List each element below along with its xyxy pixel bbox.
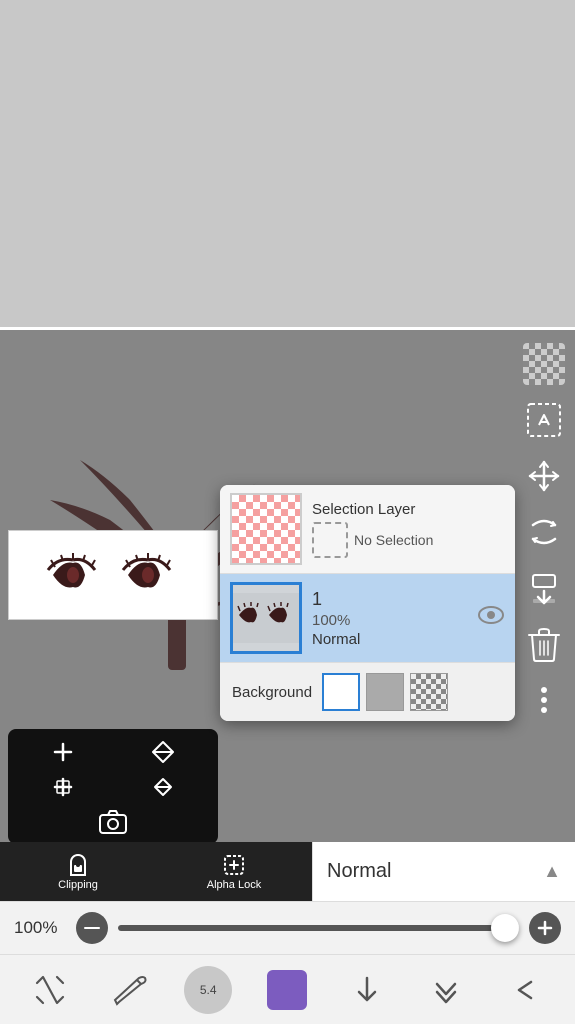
- blend-mode-arrow: ▲: [543, 861, 561, 882]
- no-selection-box: [312, 522, 348, 558]
- opacity-label: 100%: [14, 918, 66, 938]
- flip-layer-button[interactable]: [114, 735, 212, 768]
- background-gray-swatch[interactable]: [366, 673, 404, 711]
- clipping-button[interactable]: Clipping: [0, 842, 156, 901]
- right-sidebar: [513, 330, 575, 810]
- move-button[interactable]: [518, 450, 570, 502]
- more-options-button[interactable]: [518, 674, 570, 726]
- layer-1-thumb-content: [233, 585, 299, 651]
- camera-button[interactable]: [14, 805, 212, 838]
- down-arrow-button[interactable]: [337, 960, 397, 1020]
- clipping-label: Clipping: [58, 879, 98, 891]
- chevron-down-button[interactable]: [416, 960, 476, 1020]
- blend-row: Clipping Alpha Lock Normal ▲: [0, 842, 575, 902]
- layer-1-info: 1 100% Normal: [312, 589, 467, 648]
- color-swatch-button[interactable]: [257, 960, 317, 1020]
- active-color-swatch: [267, 970, 307, 1010]
- canvas-toolbar: [8, 729, 218, 844]
- normal-blend-display[interactable]: Normal ▲: [312, 842, 575, 901]
- selection-layer-thumbnail: [230, 493, 302, 565]
- layer-1-opacity: 100%: [312, 612, 467, 629]
- alpha-lock-button[interactable]: Alpha Lock: [156, 842, 312, 901]
- top-canvas-area: [0, 0, 575, 330]
- layer-1-blend: Normal: [312, 631, 467, 648]
- background-row[interactable]: Background: [220, 663, 515, 721]
- transform-snap-button[interactable]: [20, 960, 80, 1020]
- selection-layer-info: Selection Layer No Selection: [312, 501, 505, 558]
- layers-panel: Selection Layer No Selection: [220, 485, 515, 721]
- selection-thumb-pattern: [232, 495, 300, 563]
- layer-1-row[interactable]: 1 100% Normal: [220, 574, 515, 663]
- opacity-slider[interactable]: [118, 925, 519, 931]
- background-label: Background: [232, 684, 312, 701]
- add-layer-button[interactable]: [14, 735, 112, 768]
- opacity-thumb: [491, 914, 519, 942]
- add-layer-below-button[interactable]: [14, 770, 112, 803]
- opacity-plus-button[interactable]: [529, 912, 561, 944]
- brush-size-indicator: 5.4: [184, 966, 232, 1014]
- alpha-lock-label: Alpha Lock: [207, 879, 261, 891]
- main-drawing-area: Selection Layer No Selection: [0, 330, 575, 1024]
- layer-1-number: 1: [312, 589, 467, 610]
- flip-button[interactable]: [518, 506, 570, 558]
- selection-layer-title: Selection Layer: [312, 501, 505, 518]
- brush-size-value: 5.4: [200, 983, 217, 997]
- no-selection-text: No Selection: [354, 532, 433, 548]
- normal-blend-label: Normal: [327, 860, 391, 883]
- bottom-controls: Clipping Alpha Lock Normal ▲ 100%: [0, 842, 575, 1024]
- layer-1-visibility-icon[interactable]: [477, 605, 505, 631]
- brush-size-button[interactable]: 5.4: [178, 960, 238, 1020]
- back-button[interactable]: [495, 960, 555, 1020]
- background-white-swatch[interactable]: [322, 673, 360, 711]
- opacity-minus-button[interactable]: [76, 912, 108, 944]
- layer-preview-eyes: [9, 531, 217, 619]
- layers-button[interactable]: [518, 338, 570, 390]
- selection-layer-row[interactable]: Selection Layer No Selection: [220, 485, 515, 574]
- bottom-toolbar: 5.4: [0, 954, 575, 1024]
- merge-down-button[interactable]: [518, 562, 570, 614]
- opacity-row: 100%: [0, 902, 575, 954]
- brush-tool-button[interactable]: [99, 960, 159, 1020]
- layer-preview-box: [8, 530, 218, 620]
- background-checker-swatch[interactable]: [410, 673, 448, 711]
- layer-1-thumbnail: [230, 582, 302, 654]
- delete-button[interactable]: [518, 618, 570, 670]
- select-transform-button[interactable]: [518, 394, 570, 446]
- transform-button[interactable]: [114, 770, 212, 803]
